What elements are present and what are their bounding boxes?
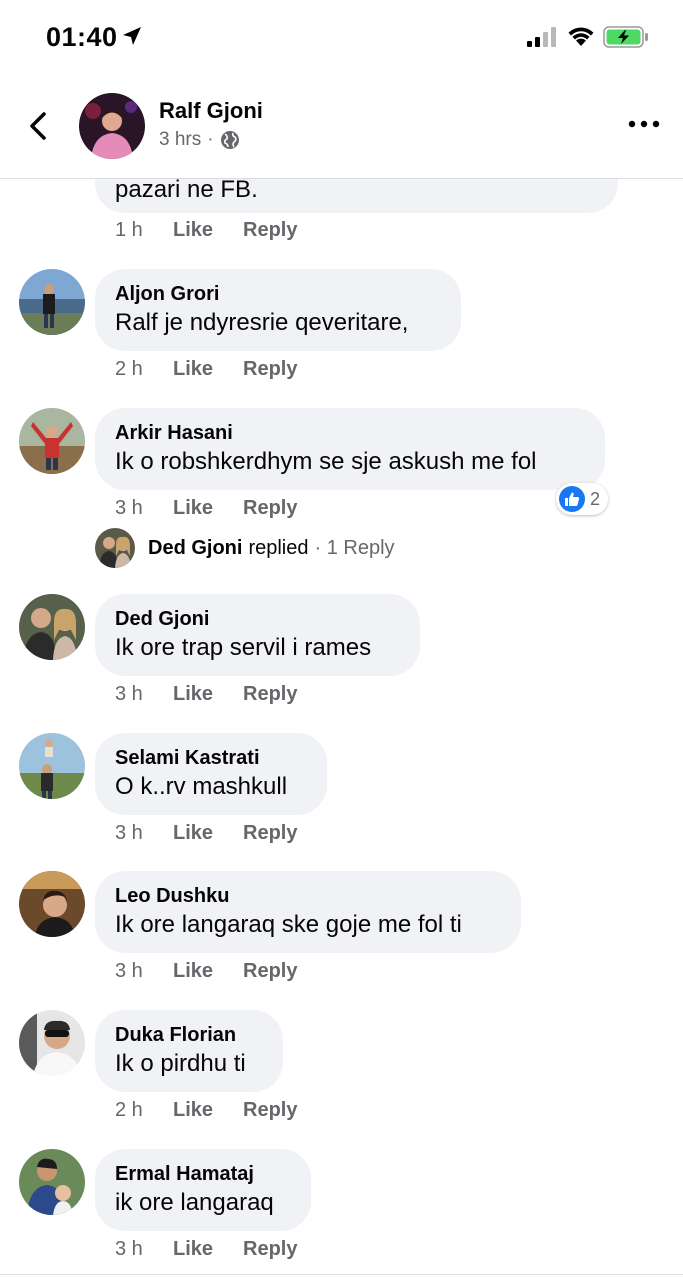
comment-actions: 3 h Like Reply xyxy=(115,497,297,520)
comment-text: Ik o robshkerdhym se sje askush me fol xyxy=(115,448,537,475)
like-button[interactable]: Like xyxy=(173,497,243,520)
comment-time: 2 h xyxy=(115,1099,143,1121)
comment-time: 3 h xyxy=(115,1238,143,1260)
bottom-divider xyxy=(0,1274,683,1280)
comment-author[interactable]: Ermal Hamataj xyxy=(115,1161,291,1187)
reaction-number: 2 xyxy=(590,488,601,509)
like-button[interactable]: Like xyxy=(173,683,243,706)
avatar[interactable] xyxy=(19,594,85,660)
comment-time: 3 h xyxy=(115,497,143,519)
comment-actions: 2 h Like Reply xyxy=(115,1099,297,1122)
meta-separator: · xyxy=(207,129,214,150)
avatar[interactable] xyxy=(19,408,85,474)
comment-bubble[interactable]: Selami Kastrati O k..rv mashkull xyxy=(95,733,327,815)
comment-text: Ralf je ndyresrie qeveritare, xyxy=(115,309,409,336)
comment-text: O k..rv mashkull xyxy=(115,773,288,800)
comment-bubble[interactable]: Ermal Hamataj ik ore langaraq xyxy=(95,1149,311,1231)
reply-button[interactable]: Reply xyxy=(243,960,297,983)
reply-button[interactable]: Reply xyxy=(243,683,297,706)
reply-button[interactable]: Reply xyxy=(243,822,297,845)
replied-author: Ded Gjoni xyxy=(148,536,243,559)
comment-bubble[interactable]: Leo Dushku Ik ore langaraq ske goje me f… xyxy=(95,871,521,953)
comment-time: 3 h xyxy=(115,960,143,982)
reply-button[interactable]: Reply xyxy=(243,358,297,381)
location-arrow-icon xyxy=(123,27,141,45)
comment-actions: 2 h Like Reply xyxy=(115,358,297,381)
comment-author[interactable]: Aljon Grori xyxy=(115,281,441,307)
like-button[interactable]: Like xyxy=(173,1238,243,1261)
status-bar: 01:40 xyxy=(0,0,683,76)
like-reaction-icon xyxy=(559,486,585,512)
back-button[interactable] xyxy=(22,106,54,146)
like-button[interactable]: Like xyxy=(173,219,243,242)
avatar xyxy=(95,528,135,568)
avatar[interactable] xyxy=(19,1149,85,1215)
post-header: Ralf Gjoni 3 hrs · xyxy=(0,76,683,179)
replied-label: replied xyxy=(248,536,309,559)
comment-actions: 3 h Like Reply xyxy=(115,822,297,845)
comment-time: 3 h xyxy=(115,822,143,844)
avatar[interactable] xyxy=(19,733,85,799)
avatar[interactable] xyxy=(19,871,85,937)
comment-actions: 1 h Like Reply xyxy=(115,219,297,242)
avatar[interactable] xyxy=(19,1010,85,1076)
battery-charging-icon xyxy=(603,26,648,48)
comment-text: Ik o pirdhu ti xyxy=(115,1050,246,1077)
comment-bubble[interactable]: Ded Gjoni Ik ore trap servil i rames xyxy=(95,594,420,676)
like-button[interactable]: Like xyxy=(173,358,243,381)
comment-author[interactable]: Leo Dushku xyxy=(115,883,501,909)
comments-list[interactable]: pazari ne FB. 1 h Like Reply Aljon Grori… xyxy=(0,179,683,1274)
profile-avatar[interactable] xyxy=(79,93,145,159)
comment-author[interactable]: Selami Kastrati xyxy=(115,745,307,771)
comment-actions: 3 h Like Reply xyxy=(115,1238,297,1261)
like-button[interactable]: Like xyxy=(173,1099,243,1122)
reply-button[interactable]: Reply xyxy=(243,1238,297,1261)
cellular-signal-icon xyxy=(527,27,556,47)
reply-count: · 1 Reply xyxy=(314,536,395,559)
profile-name[interactable]: Ralf Gjoni xyxy=(159,98,263,124)
comment-text: Ik ore trap servil i rames xyxy=(115,634,372,661)
comment-actions: 3 h Like Reply xyxy=(115,960,297,983)
comment-bubble[interactable]: Aljon Grori Ralf je ndyresrie qeveritare… xyxy=(95,269,461,351)
comment-time: 1 h xyxy=(115,219,143,241)
comment-author[interactable]: Ded Gjoni xyxy=(115,606,400,632)
comment-bubble[interactable]: pazari ne FB. xyxy=(95,179,618,213)
comment-text: pazari ne FB. xyxy=(115,179,258,203)
comment-time: 3 h xyxy=(115,683,143,705)
post-meta: 3 hrs · xyxy=(159,129,240,151)
reaction-count[interactable]: 2 xyxy=(556,483,609,515)
comment-time: 2 h xyxy=(115,358,143,380)
comment-actions: 3 h Like Reply xyxy=(115,683,297,706)
more-options-button[interactable] xyxy=(626,112,662,136)
comment-text: ik ore langaraq xyxy=(115,1189,274,1216)
globe-icon xyxy=(220,131,239,149)
reply-button[interactable]: Reply xyxy=(243,219,297,242)
comment-author[interactable]: Arkir Hasani xyxy=(115,420,585,446)
post-time: 3 hrs xyxy=(159,129,202,150)
like-button[interactable]: Like xyxy=(173,822,243,845)
wifi-icon xyxy=(568,27,594,46)
comment-text: Ik ore langaraq ske goje me fol ti xyxy=(115,911,462,938)
comment-bubble[interactable]: Duka Florian Ik o pirdhu ti xyxy=(95,1010,283,1092)
avatar[interactable] xyxy=(19,269,85,335)
status-time: 01:40 xyxy=(46,22,118,52)
view-replies-link[interactable]: Ded Gjoni replied · 1 Reply xyxy=(95,528,395,568)
reply-button[interactable]: Reply xyxy=(243,497,297,520)
comment-bubble[interactable]: Arkir Hasani Ik o robshkerdhym se sje as… xyxy=(95,408,605,490)
comment-author[interactable]: Duka Florian xyxy=(115,1022,263,1048)
like-button[interactable]: Like xyxy=(173,960,243,983)
reply-button[interactable]: Reply xyxy=(243,1099,297,1122)
